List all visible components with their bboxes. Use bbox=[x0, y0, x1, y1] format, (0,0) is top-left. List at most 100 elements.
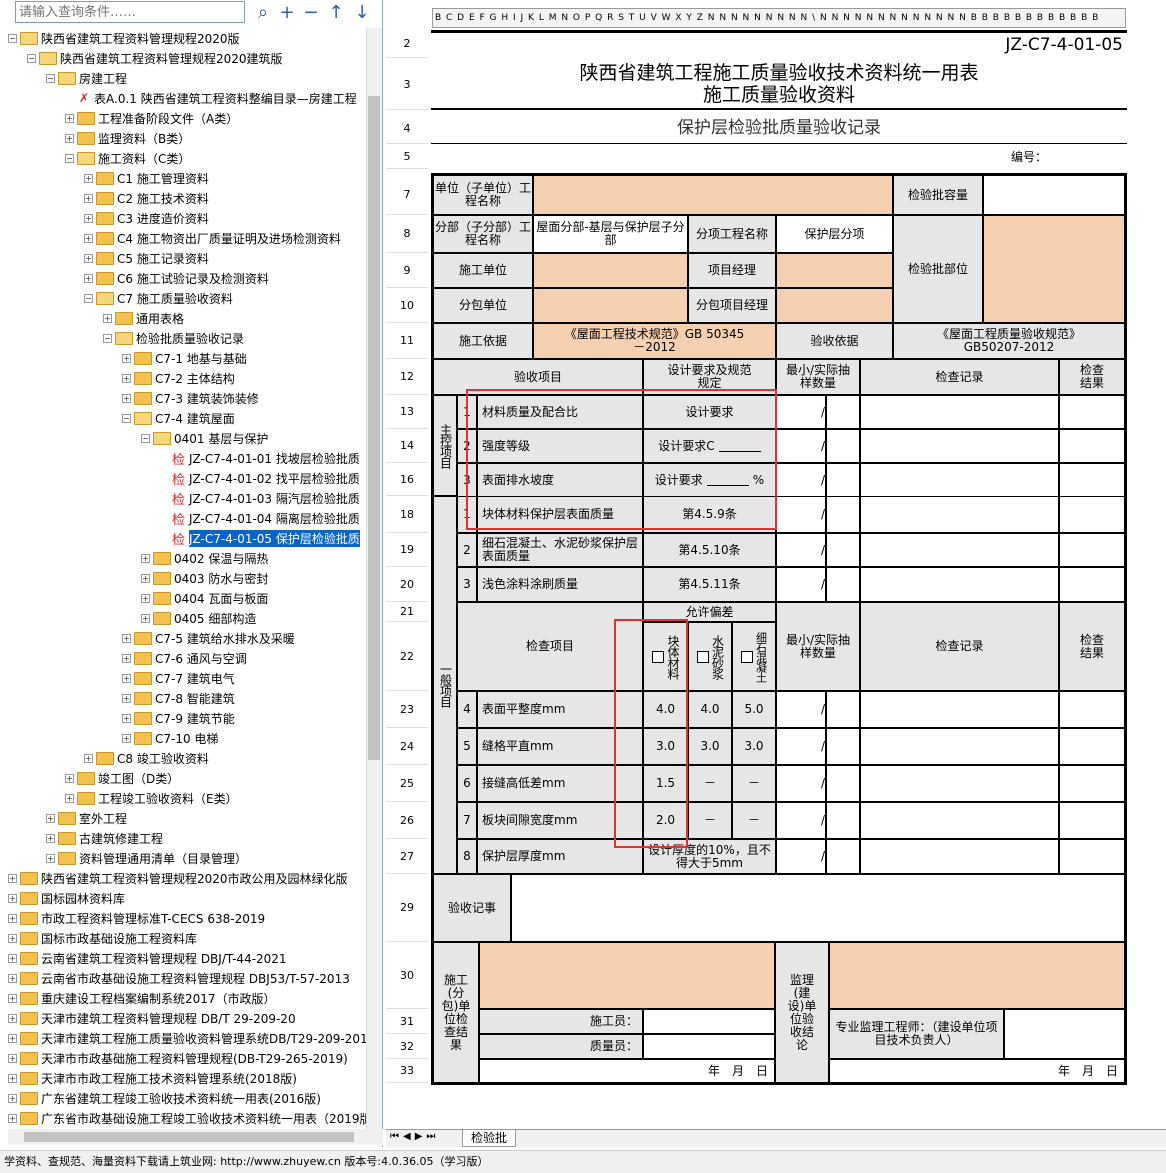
batch-location-field[interactable] bbox=[983, 215, 1125, 323]
supervisor-conclusion-field[interactable] bbox=[829, 942, 1125, 1009]
expand-toggle-icon[interactable]: + bbox=[65, 793, 74, 803]
expand-toggle-icon[interactable]: + bbox=[103, 313, 112, 323]
expand-toggle-icon[interactable]: + bbox=[8, 1013, 17, 1023]
row-number[interactable]: 21 bbox=[386, 602, 428, 622]
expand-toggle-icon[interactable]: + bbox=[8, 893, 17, 903]
subitem-value[interactable]: 保护层分项 bbox=[776, 215, 893, 253]
tree-node[interactable]: 检 JZ-C7-4-01-03 隔汽层检验批质 bbox=[160, 488, 360, 508]
expand-toggle-icon[interactable]: + bbox=[46, 813, 55, 823]
row-number[interactable]: 24 bbox=[386, 728, 428, 765]
tree-node[interactable]: + 广东省市政基础设施工程竣工验收技术资料统一用表（2019版 bbox=[8, 1108, 366, 1128]
tree-node[interactable]: + 广东省建筑工程竣工验收技术资料统一用表(2016版) bbox=[8, 1088, 321, 1108]
tree-node[interactable]: + C7-2 主体结构 bbox=[122, 368, 235, 388]
expand-toggle-icon[interactable]: + bbox=[141, 613, 150, 623]
tree-node[interactable]: − 陕西省建筑工程资料管理规程2020建筑版 bbox=[27, 48, 283, 68]
item8-result[interactable] bbox=[1059, 839, 1125, 874]
expand-toggle-icon[interactable]: + bbox=[8, 1033, 17, 1043]
row-number[interactable]: 2 bbox=[386, 30, 428, 58]
tree-node[interactable]: + C7-1 地基与基础 bbox=[122, 348, 247, 368]
unit-name-field[interactable] bbox=[533, 175, 893, 215]
gen-item-actual[interactable] bbox=[826, 533, 860, 567]
expand-toggle-icon[interactable]: + bbox=[84, 753, 93, 763]
tree-node[interactable]: + C8 竣工验收资料 bbox=[84, 748, 209, 768]
tree-node[interactable]: − 检验批质量验收记录 bbox=[103, 328, 244, 348]
qc-field[interactable] bbox=[643, 1034, 775, 1059]
expand-toggle-icon[interactable]: + bbox=[8, 913, 17, 923]
row-number[interactable]: 10 bbox=[386, 288, 428, 323]
search-input[interactable] bbox=[15, 1, 245, 23]
tol-item-record[interactable] bbox=[860, 691, 1059, 728]
subcontractor-field[interactable] bbox=[533, 288, 688, 323]
constructor-conclusion-field[interactable] bbox=[479, 942, 775, 1009]
tol-item-actual[interactable] bbox=[826, 765, 860, 802]
tree-node[interactable]: + C1 施工管理资料 bbox=[84, 168, 209, 188]
tab-nav-icons[interactable]: ⏮◀▶⏭ bbox=[390, 1131, 439, 1142]
row-number[interactable]: 4 bbox=[386, 114, 428, 144]
row-number[interactable]: 30 bbox=[386, 942, 428, 1009]
tol-item-result[interactable] bbox=[1059, 765, 1125, 802]
expand-toggle-icon[interactable]: + bbox=[46, 853, 55, 863]
tab-inspection[interactable]: 检验批 bbox=[462, 1130, 517, 1147]
search-icon[interactable]: ⌕ bbox=[252, 2, 274, 24]
expand-toggle-icon[interactable]: + bbox=[122, 673, 131, 683]
batch-capacity-field[interactable] bbox=[983, 175, 1125, 215]
tree-node[interactable]: − 陕西省建筑工程资料管理规程2020版 bbox=[8, 28, 240, 48]
notes-field[interactable] bbox=[511, 874, 1125, 942]
tree-node[interactable]: + C3 进度造价资料 bbox=[84, 208, 209, 228]
expand-toggle-icon[interactable]: − bbox=[103, 333, 112, 343]
row-number[interactable]: 23 bbox=[386, 691, 428, 728]
tree-node[interactable]: + 国标市政基础设施工程资料库 bbox=[8, 928, 197, 948]
engineer-field[interactable] bbox=[1004, 1009, 1125, 1059]
tree-node[interactable]: + 通用表格 bbox=[103, 308, 184, 328]
tree-node[interactable]: 检 JZ-C7-4-01-04 隔离层检验批质 bbox=[160, 508, 360, 528]
expand-toggle-icon[interactable]: + bbox=[8, 933, 17, 943]
row-number[interactable]: 12 bbox=[386, 359, 428, 395]
tree-node[interactable]: +0403 防水与密封 bbox=[141, 568, 268, 588]
expand-toggle-icon[interactable]: + bbox=[65, 773, 74, 783]
col-concrete-checkbox[interactable] bbox=[740, 650, 753, 663]
tree-node[interactable]: + C7-8 智能建筑 bbox=[122, 688, 235, 708]
row-number[interactable]: 9 bbox=[386, 253, 428, 288]
tree-node[interactable]: + C7-3 建筑装饰装修 bbox=[122, 388, 259, 408]
expand-toggle-icon[interactable]: + bbox=[122, 373, 131, 383]
expand-toggle-icon[interactable]: + bbox=[84, 233, 93, 243]
tree-node[interactable]: + 天津市市政基础施工程资料管理规程(DB-T29-265-2019) bbox=[8, 1048, 348, 1068]
main-item-record[interactable] bbox=[860, 395, 1059, 429]
main-item-record[interactable] bbox=[860, 429, 1059, 463]
expand-toggle-icon[interactable]: + bbox=[84, 213, 93, 223]
expand-toggle-icon[interactable]: + bbox=[65, 113, 74, 123]
tol-item-actual[interactable] bbox=[826, 728, 860, 765]
date-right[interactable]: 年 月 日 bbox=[829, 1059, 1125, 1083]
row-number[interactable]: 29 bbox=[386, 874, 428, 942]
main-item-result[interactable] bbox=[1059, 395, 1125, 429]
arrow-down-icon[interactable]: ↓ bbox=[351, 2, 373, 24]
expand-toggle-icon[interactable]: + bbox=[122, 653, 131, 663]
row-number[interactable]: 25 bbox=[386, 765, 428, 802]
gen-item-result[interactable] bbox=[1059, 533, 1125, 567]
row-number[interactable]: 32 bbox=[386, 1034, 428, 1059]
tol-item-result[interactable] bbox=[1059, 691, 1125, 728]
tree-node[interactable]: + C5 施工记录资料 bbox=[84, 248, 209, 268]
row-number[interactable]: 18 bbox=[386, 496, 428, 533]
tree-node[interactable]: + C7-6 通风与空调 bbox=[122, 648, 247, 668]
expand-toggle-icon[interactable]: − bbox=[46, 73, 55, 83]
sub-pm-field[interactable] bbox=[776, 288, 893, 323]
expand-toggle-icon[interactable]: + bbox=[8, 1113, 17, 1123]
basis-value[interactable]: 《屋面工程技术规范》GB 50345－2012 bbox=[533, 323, 776, 359]
row-number[interactable]: 7 bbox=[386, 175, 428, 215]
item8-record[interactable] bbox=[860, 839, 1059, 874]
tree-hscroll-thumb[interactable] bbox=[24, 1132, 354, 1142]
tree-node[interactable]: − 房建工程 bbox=[46, 68, 127, 88]
tree-node[interactable]: + 古建筑修建工程 bbox=[46, 828, 163, 848]
tree-node[interactable]: + 天津市建筑工程资料管理规程 DB/T 29-209-20 bbox=[8, 1008, 296, 1028]
tree-node[interactable]: + 天津市建筑工程施工质量验收资料管理系统DB/T29-209-2011 bbox=[8, 1028, 366, 1048]
tree-node[interactable]: + 室外工程 bbox=[46, 808, 127, 828]
tree-node[interactable]: + 云南省市政基础设施工程资料管理规程 DBJ53/T-57-2013 bbox=[8, 968, 350, 988]
plus-icon[interactable]: + bbox=[276, 2, 298, 24]
expand-toggle-icon[interactable]: + bbox=[141, 573, 150, 583]
gen-item-result[interactable] bbox=[1059, 567, 1125, 602]
tree-node[interactable]: + 重庆建设工程档案编制系统2017（市政版） bbox=[8, 988, 276, 1008]
tree-node[interactable]: + 资料管理通用清单（目录管理） bbox=[46, 848, 247, 868]
item8-actual[interactable] bbox=[826, 839, 860, 874]
expand-toggle-icon[interactable]: + bbox=[84, 253, 93, 263]
